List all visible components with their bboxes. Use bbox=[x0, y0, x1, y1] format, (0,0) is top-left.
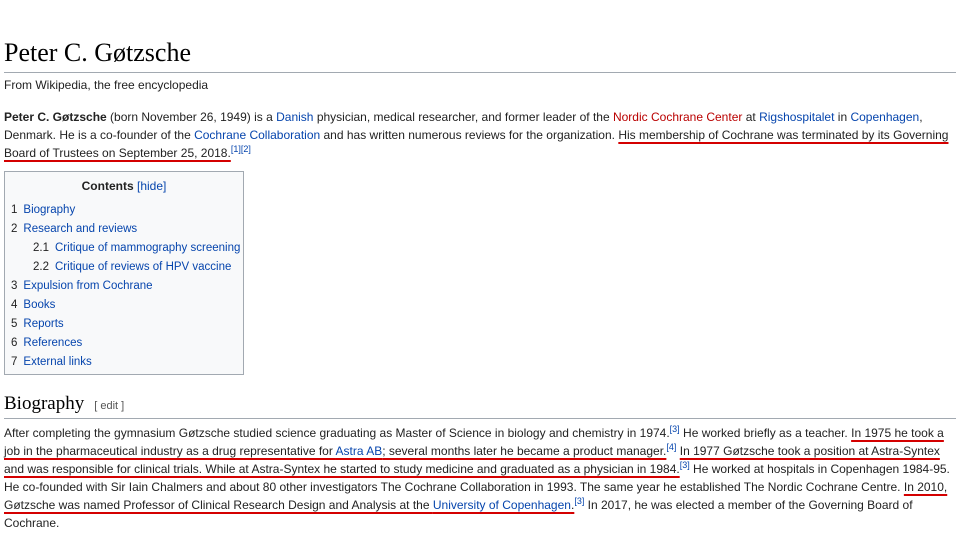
toc-header: Contents [hide] bbox=[5, 179, 243, 193]
citation-link[interactable]: [3] bbox=[680, 460, 690, 470]
lead-paragraph: Peter C. Gøtzsche (born November 26, 194… bbox=[4, 108, 954, 162]
subject-name: Peter C. Gøtzsche bbox=[4, 110, 107, 124]
link-cochrane-collaboration[interactable]: Cochrane Collaboration bbox=[194, 128, 320, 142]
toc-number: 2.2 bbox=[33, 261, 49, 273]
toc-link[interactable]: Books bbox=[23, 299, 55, 311]
toc-link[interactable]: Research and reviews bbox=[23, 223, 137, 235]
section-divider bbox=[4, 418, 956, 419]
toc-item-biography[interactable]: 1 Biography bbox=[11, 201, 243, 220]
citation-link[interactable]: [3] bbox=[574, 496, 584, 506]
toc-item-books[interactable]: 4 Books bbox=[11, 296, 243, 315]
toc-link[interactable]: Expulsion from Cochrane bbox=[23, 280, 152, 292]
citation-link[interactable]: [3] bbox=[670, 424, 680, 434]
toc-number: 4 bbox=[11, 299, 18, 311]
biography-paragraph: After completing the gymnasium Gøtzsche … bbox=[4, 424, 956, 532]
toc-item-external-links[interactable]: 7 External links bbox=[11, 353, 243, 372]
citation-link[interactable]: [1][2] bbox=[231, 144, 251, 154]
link-nordic-cochrane-center[interactable]: Nordic Cochrane Center bbox=[613, 110, 742, 124]
bio-text: After completing the gymnasium Gøtzsche … bbox=[4, 426, 670, 440]
link-rigshospitalet[interactable]: Rigshospitalet bbox=[759, 110, 834, 124]
toc-item-expulsion[interactable]: 3 Expulsion from Cochrane bbox=[11, 277, 243, 296]
edit-section-link[interactable]: [ edit ] bbox=[94, 400, 124, 412]
link-danish[interactable]: Danish bbox=[276, 110, 313, 124]
toc-number: 7 bbox=[11, 356, 18, 368]
bio-text: He worked briefly as a teacher. bbox=[679, 426, 852, 440]
toc-number: 6 bbox=[11, 337, 18, 349]
toc-item-references[interactable]: 6 References bbox=[11, 334, 243, 353]
title-divider bbox=[4, 72, 956, 73]
toc-number: 2 bbox=[11, 223, 18, 235]
toc-number: 5 bbox=[11, 318, 18, 330]
link-university-of-copenhagen[interactable]: University of Copenhagen bbox=[433, 498, 571, 512]
site-subtitle: From Wikipedia, the free encyclopedia bbox=[4, 78, 209, 92]
lead-text: (born November 26, 1949) is a bbox=[106, 110, 277, 124]
toc-number: 1 bbox=[11, 204, 18, 216]
page-title: Peter C. Gøtzsche bbox=[4, 38, 192, 67]
link-astra-ab[interactable]: Astra AB bbox=[336, 444, 383, 458]
toc-link[interactable]: Critique of reviews of HPV vaccine bbox=[55, 261, 231, 273]
lead-text: and has written numerous reviews for the… bbox=[320, 128, 619, 142]
toc-link[interactable]: Reports bbox=[23, 318, 63, 330]
toc-link[interactable]: Biography bbox=[23, 204, 75, 216]
toc-title: Contents bbox=[81, 179, 134, 193]
toc-link[interactable]: Critique of mammography screening bbox=[55, 242, 240, 254]
toc-link[interactable]: References bbox=[23, 337, 82, 349]
lead-text: physician, medical researcher, and forme… bbox=[313, 110, 613, 124]
toc-list: 1 Biography 2 Research and reviews 2.1 Crit… bbox=[5, 201, 243, 372]
section-heading-biography: Biography [ edit ] bbox=[4, 393, 124, 415]
toc-item-mammography[interactable]: 2.1 Critique of mammography screening bbox=[11, 239, 243, 258]
toc-link[interactable]: External links bbox=[23, 356, 91, 368]
lead-text: at bbox=[742, 110, 760, 124]
toc-item-hpv[interactable]: 2.2 Critique of reviews of HPV vaccine bbox=[11, 258, 243, 277]
toc-item-reports[interactable]: 5 Reports bbox=[11, 315, 243, 334]
lead-text: in bbox=[834, 110, 851, 124]
toc-hide-link[interactable]: [hide] bbox=[137, 179, 166, 193]
citation-link[interactable]: [4] bbox=[666, 442, 676, 452]
toc-item-research[interactable]: 2 Research and reviews bbox=[11, 220, 243, 239]
toc-number: 3 bbox=[11, 280, 18, 292]
toc-number: 2.1 bbox=[33, 242, 49, 254]
link-copenhagen[interactable]: Copenhagen bbox=[850, 110, 919, 124]
table-of-contents: Contents [hide] 1 Biography 2 Research and… bbox=[4, 171, 244, 375]
section-title: Biography bbox=[4, 393, 85, 414]
bio-text: ; several months later he became a produ… bbox=[382, 444, 667, 458]
